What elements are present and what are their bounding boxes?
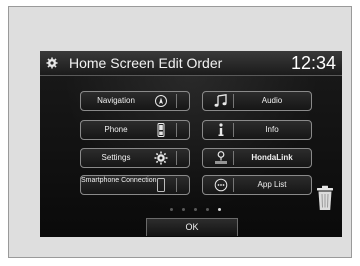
music-note-icon — [214, 94, 227, 107]
tile-label: Smartphone Connection — [81, 177, 157, 184]
tile-hondalink[interactable]: HondaLink — [202, 148, 312, 168]
tile-divider — [176, 123, 177, 137]
tile-smartphone-connection[interactable]: Smartphone Connection — [80, 175, 190, 195]
ok-button[interactable]: OK — [146, 218, 238, 236]
tile-divider — [176, 94, 177, 108]
tile-label: Phone — [104, 125, 128, 134]
display-screen: Home Screen Edit Order 12:34 Navigation … — [40, 51, 342, 237]
tile-settings[interactable]: Settings — [80, 148, 190, 168]
page-dot — [194, 208, 197, 211]
tile-divider — [233, 178, 234, 192]
tile-audio[interactable]: Audio — [202, 91, 312, 111]
tile-divider — [176, 151, 177, 165]
hondalink-icon — [215, 151, 227, 164]
page-dot — [206, 208, 209, 211]
clock: 12:34 — [290, 53, 336, 73]
manual-figure-frame: Home Screen Edit Order 12:34 Navigation … — [8, 6, 352, 258]
settings-gear-icon — [154, 151, 168, 165]
page-title: Home Screen Edit Order — [69, 55, 223, 71]
tile-info[interactable]: Info — [202, 120, 312, 140]
page-dot — [170, 208, 173, 211]
tile-label: HondaLink — [251, 153, 293, 162]
smartphone-icon — [157, 178, 165, 192]
tile-divider — [233, 151, 234, 165]
page-dot — [182, 208, 185, 211]
tile-label: Info — [265, 125, 279, 134]
app-list-icon — [214, 178, 228, 192]
info-icon — [218, 123, 224, 136]
tile-phone[interactable]: Phone — [80, 120, 190, 140]
tile-divider — [233, 123, 234, 137]
tile-label: App List — [257, 180, 287, 189]
tile-label: Navigation — [97, 96, 135, 105]
navigation-compass-icon — [155, 95, 167, 107]
page-indicator — [168, 207, 228, 213]
tile-label: Audio — [261, 96, 283, 105]
tile-navigation[interactable]: Navigation — [80, 91, 190, 111]
phone-icon — [157, 123, 165, 137]
tile-label: Settings — [101, 153, 131, 162]
gear-icon — [46, 57, 58, 69]
trash-icon[interactable] — [315, 185, 335, 211]
tile-app-list[interactable]: App List — [202, 175, 312, 195]
title-bar: Home Screen Edit Order 12:34 — [40, 51, 342, 76]
tile-divider — [233, 94, 234, 108]
tile-divider — [176, 178, 177, 192]
page-dot-active — [218, 208, 221, 211]
